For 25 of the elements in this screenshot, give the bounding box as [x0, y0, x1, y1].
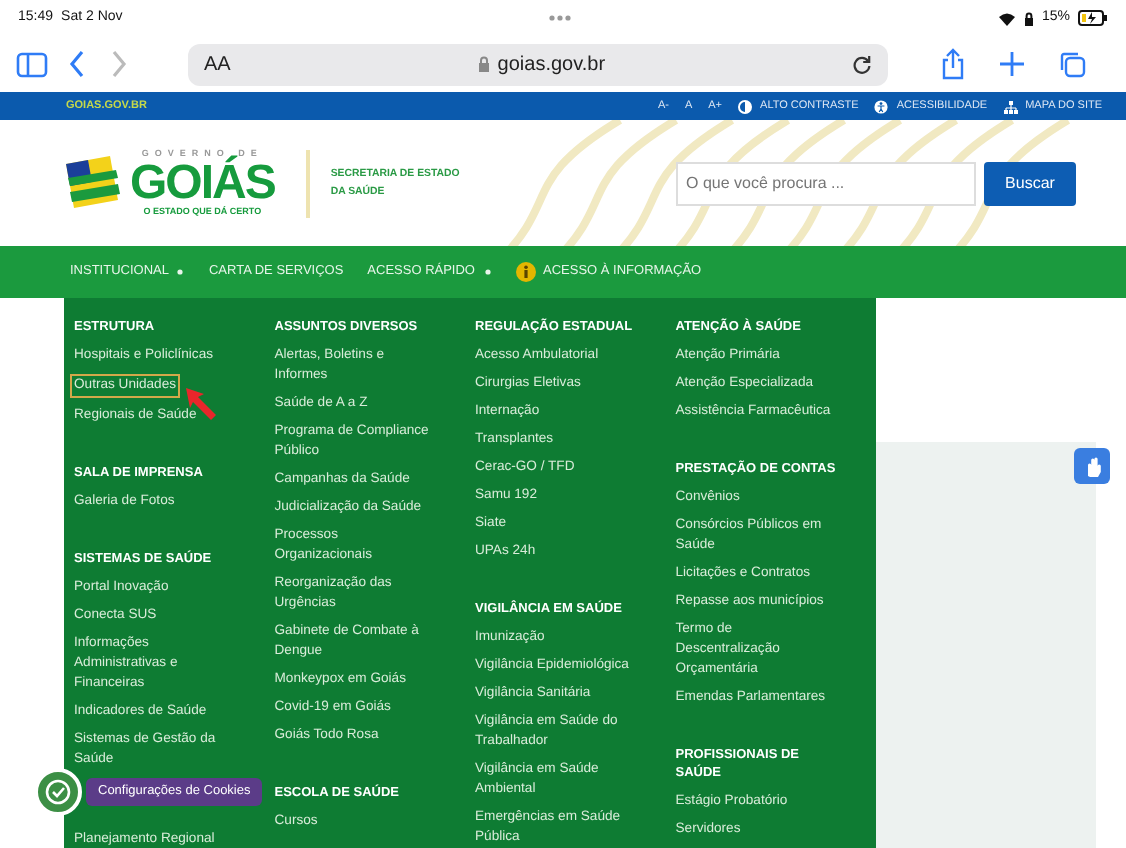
- wifi-icon: [997, 11, 1016, 25]
- lock-icon: [477, 56, 490, 72]
- accessibility-icon: [874, 99, 889, 113]
- lock-icon: [1023, 11, 1034, 25]
- plus-icon[interactable]: [998, 50, 1026, 78]
- reload-icon[interactable]: [852, 54, 872, 74]
- caret-icon: [483, 268, 491, 276]
- url-text: goias.gov.br: [497, 51, 606, 79]
- address-bar[interactable]: AA goias.gov.br: [188, 43, 888, 85]
- share-icon[interactable]: [940, 48, 966, 80]
- multitask-icon[interactable]: [548, 14, 573, 22]
- search-field[interactable]: O que você procura ...: [676, 161, 976, 205]
- tabs-icon[interactable]: [1058, 50, 1086, 78]
- caret-icon: [176, 268, 185, 276]
- battery-icon: [1077, 10, 1108, 26]
- sitemap-icon: [1003, 99, 1018, 113]
- sidebar-icon[interactable]: [16, 51, 48, 77]
- info-icon: [515, 262, 535, 282]
- search-button[interactable]: Buscar: [984, 161, 1076, 205]
- cookie-button[interactable]: [34, 768, 82, 816]
- cookie-icon: [44, 778, 72, 806]
- contrast-icon: [738, 99, 753, 113]
- text-size-button[interactable]: AA: [204, 49, 231, 79]
- back-icon[interactable]: [68, 50, 88, 78]
- accessibility-button[interactable]: [1074, 448, 1110, 484]
